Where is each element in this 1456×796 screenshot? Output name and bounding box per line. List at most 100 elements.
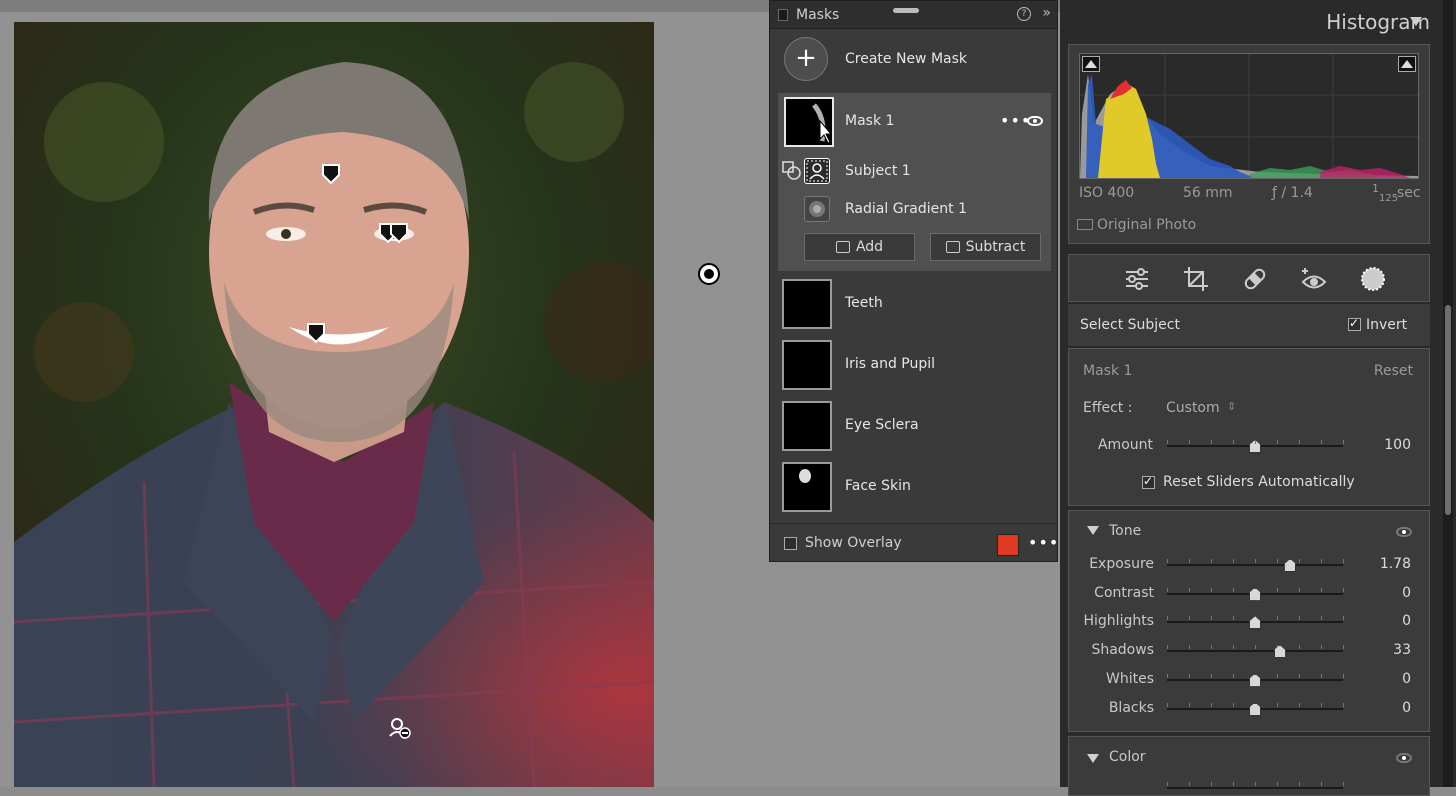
- histogram-collapse-icon[interactable]: [1410, 17, 1422, 26]
- slider-tick: [1277, 440, 1278, 444]
- red-eye-icon[interactable]: [1300, 265, 1328, 293]
- mask-1-thumbnail-image: [812, 103, 833, 144]
- tone-slider-knob[interactable]: [1249, 702, 1261, 716]
- original-photo-toggle[interactable]: Original Photo: [1077, 217, 1196, 233]
- slider-tick: [1233, 673, 1234, 678]
- portrait-photo[interactable]: [14, 22, 654, 787]
- component-subject-1[interactable]: Subject 1: [845, 163, 911, 179]
- tone-slider-knob[interactable]: [1249, 673, 1261, 687]
- create-mask-plus-icon[interactable]: +: [784, 37, 828, 81]
- subtract-mask-icon: [945, 241, 960, 253]
- slider-tick: [1167, 559, 1168, 563]
- help-icon[interactable]: ?: [1017, 7, 1031, 21]
- slider-tick: [1299, 587, 1300, 592]
- mask-pin-icon[interactable]: [321, 163, 341, 185]
- drag-handle[interactable]: [893, 8, 919, 13]
- healing-bandage-icon[interactable]: [1241, 265, 1269, 293]
- subtract-button[interactable]: Subtract: [930, 233, 1041, 261]
- tone-slider-value[interactable]: 0: [1371, 700, 1411, 716]
- mask-pin-icon[interactable]: [306, 322, 326, 344]
- slider-tick: [1189, 702, 1190, 707]
- slider-tick: [1167, 673, 1168, 678]
- collapse-icon[interactable]: »: [1042, 5, 1051, 21]
- masking-icon[interactable]: [1359, 265, 1387, 293]
- slider-tick: [1299, 782, 1300, 786]
- color-title[interactable]: Color: [1109, 749, 1146, 765]
- mask-list-item[interactable]: Face Skin: [770, 458, 1057, 518]
- tone-slider[interactable]: [1167, 645, 1344, 659]
- mask-thumbnail: [782, 462, 832, 512]
- amount-value[interactable]: 100: [1371, 437, 1411, 453]
- mask-list-item[interactable]: Eye Sclera: [770, 397, 1057, 457]
- amount-slider[interactable]: [1167, 440, 1344, 453]
- mask-1-thumbnail[interactable]: [784, 97, 834, 147]
- tone-slider-value[interactable]: 0: [1371, 613, 1411, 629]
- visibility-eye-icon[interactable]: [1027, 116, 1043, 126]
- show-overlay-checkbox[interactable]: [784, 537, 797, 550]
- highlight-clipping-icon[interactable]: [1398, 56, 1416, 72]
- slider-tick: [1343, 702, 1344, 707]
- panel-dock-icon[interactable]: [778, 8, 788, 21]
- slider-tick: [1233, 616, 1234, 621]
- tone-slider-value[interactable]: 1.78: [1371, 556, 1411, 572]
- shadow-clipping-icon[interactable]: [1082, 56, 1100, 72]
- tone-slider[interactable]: [1167, 587, 1344, 601]
- tone-slider-knob[interactable]: [1273, 645, 1286, 659]
- tone-slider-value[interactable]: 0: [1371, 671, 1411, 687]
- add-button[interactable]: Add: [804, 233, 915, 261]
- tone-title[interactable]: Tone: [1109, 523, 1141, 539]
- tone-slider[interactable]: [1167, 616, 1344, 630]
- slider-tick: [1189, 645, 1190, 650]
- slider-tick: [1299, 702, 1300, 707]
- intersect-icon[interactable]: [782, 161, 802, 181]
- slider-tick: [1321, 440, 1322, 444]
- effect-dropdown-icon[interactable]: ⇕: [1227, 400, 1236, 413]
- invert-checkbox[interactable]: [1348, 316, 1361, 331]
- create-new-mask-label: Create New Mask: [845, 51, 968, 67]
- mask-1-name[interactable]: Mask 1: [845, 113, 894, 129]
- create-new-mask-row[interactable]: + Create New Mask: [770, 31, 1057, 87]
- shutter-denominator: 125: [1379, 193, 1399, 204]
- slider-tick: [1211, 587, 1212, 592]
- tone-slider-value[interactable]: 33: [1371, 642, 1411, 658]
- color-temp-slider[interactable]: [1167, 782, 1344, 794]
- reset-button[interactable]: Reset: [1374, 363, 1413, 379]
- tone-slider[interactable]: [1167, 702, 1344, 716]
- mask-name: Teeth: [845, 295, 883, 311]
- tone-slider-value[interactable]: 0: [1371, 585, 1411, 601]
- subject-icon[interactable]: [804, 158, 830, 184]
- tone-slider-knob[interactable]: [1284, 559, 1297, 572]
- iso-value: ISO 400: [1079, 185, 1135, 201]
- slider-tick: [1321, 587, 1322, 592]
- reset-sliders-checkbox[interactable]: [1142, 474, 1155, 489]
- radial-gradient-icon[interactable]: [804, 196, 830, 222]
- mask-list-item[interactable]: Teeth: [770, 275, 1057, 335]
- select-subject-label: Select Subject: [1080, 317, 1180, 333]
- tone-visibility-eye-icon[interactable]: [1396, 527, 1412, 537]
- slider-tick: [1189, 616, 1190, 621]
- tone-slider-knob[interactable]: [1249, 587, 1261, 601]
- overlay-color-swatch[interactable]: [997, 534, 1019, 556]
- tone-slider-label: Exposure: [1089, 556, 1154, 572]
- color-expand-icon[interactable]: [1087, 754, 1099, 763]
- crop-icon[interactable]: [1182, 265, 1210, 293]
- edit-sliders-icon[interactable]: [1123, 265, 1151, 293]
- overlay-options-icon[interactable]: •••: [1028, 533, 1059, 552]
- slider-tick: [1255, 559, 1256, 563]
- tone-slider-knob[interactable]: [1249, 616, 1261, 630]
- panel-scrollbar[interactable]: [1443, 0, 1453, 787]
- tone-slider[interactable]: [1167, 559, 1344, 572]
- tone-expand-icon[interactable]: [1087, 526, 1099, 535]
- masks-panel-header[interactable]: Masks ? »: [770, 1, 1057, 29]
- tone-slider[interactable]: [1167, 673, 1344, 687]
- radial-gradient-pin-icon[interactable]: [698, 263, 720, 285]
- slider-tick: [1321, 559, 1322, 563]
- mask-list-item[interactable]: Iris and Pupil: [770, 336, 1057, 396]
- show-overlay-label: Show Overlay: [805, 535, 902, 551]
- mask-pin-icon[interactable]: [389, 222, 409, 244]
- scrollbar-thumb[interactable]: [1445, 305, 1451, 515]
- color-visibility-eye-icon[interactable]: [1396, 753, 1412, 763]
- effect-preset-select[interactable]: Custom: [1166, 400, 1220, 416]
- masks-panel-title: Masks: [796, 6, 840, 23]
- component-radial-gradient-1[interactable]: Radial Gradient 1: [845, 201, 967, 217]
